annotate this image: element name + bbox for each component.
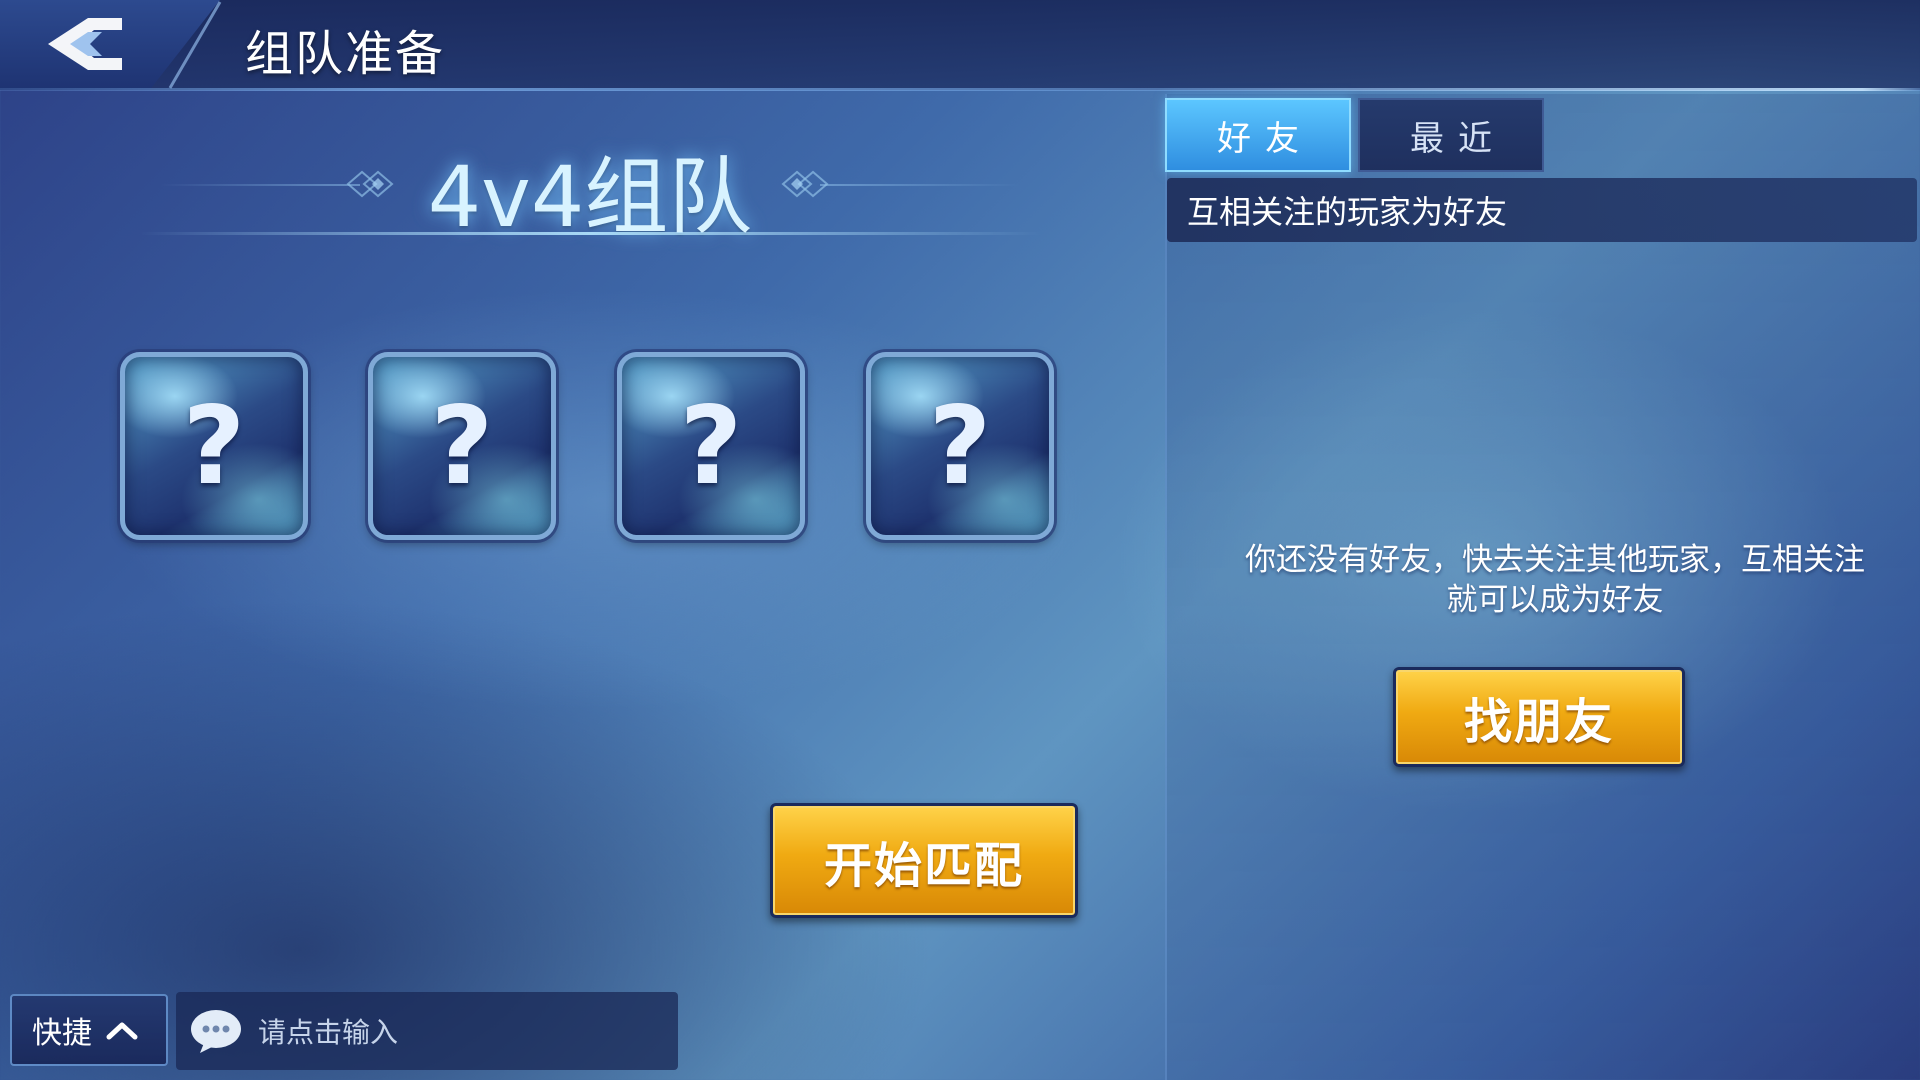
chat-input[interactable]: 请点击输入 bbox=[176, 992, 678, 1070]
page-title: 组队准备 bbox=[245, 26, 446, 82]
tab-friends-label: 好友 bbox=[1217, 118, 1313, 159]
mode-title-area: 4v4组队 bbox=[140, 120, 1040, 250]
header-divider bbox=[0, 88, 1920, 91]
friends-info-bar: 互相关注的玩家为好友 bbox=[1167, 178, 1917, 242]
team-slot[interactable]: ? bbox=[368, 352, 556, 540]
back-button[interactable] bbox=[30, 8, 140, 80]
back-arrow-icon bbox=[48, 18, 122, 70]
tab-recent-label: 最近 bbox=[1410, 118, 1506, 159]
unknown-player-icon: ? bbox=[182, 383, 246, 509]
quick-chat-button[interactable]: 快捷 bbox=[10, 994, 168, 1066]
mode-title-underline bbox=[140, 232, 1040, 235]
unknown-player-icon: ? bbox=[928, 383, 992, 509]
team-slot[interactable]: ? bbox=[866, 352, 1054, 540]
empty-friends-message: 你还没有好友，快去关注其他玩家，互相关注就可以成为好友 bbox=[1245, 542, 1865, 618]
quick-chat-label: 快捷 bbox=[32, 1016, 92, 1051]
tab-friends[interactable]: 好友 bbox=[1165, 98, 1351, 172]
header-slash-decoration bbox=[168, 1, 222, 89]
team-slot[interactable]: ? bbox=[120, 352, 308, 540]
header-bar: 组队准备 bbox=[0, 0, 1920, 90]
chevron-up-icon bbox=[106, 1022, 138, 1040]
unknown-player-icon: ? bbox=[679, 383, 743, 509]
start-match-button[interactable]: 开始匹配 bbox=[770, 803, 1078, 918]
chat-bubble-icon bbox=[191, 1010, 241, 1053]
find-friends-button[interactable]: 找朋友 bbox=[1393, 667, 1685, 767]
unknown-player-icon: ? bbox=[430, 383, 494, 509]
chat-input-placeholder: 请点击输入 bbox=[258, 1016, 399, 1049]
tab-recent[interactable]: 最近 bbox=[1358, 98, 1544, 172]
team-slot[interactable]: ? bbox=[617, 352, 805, 540]
